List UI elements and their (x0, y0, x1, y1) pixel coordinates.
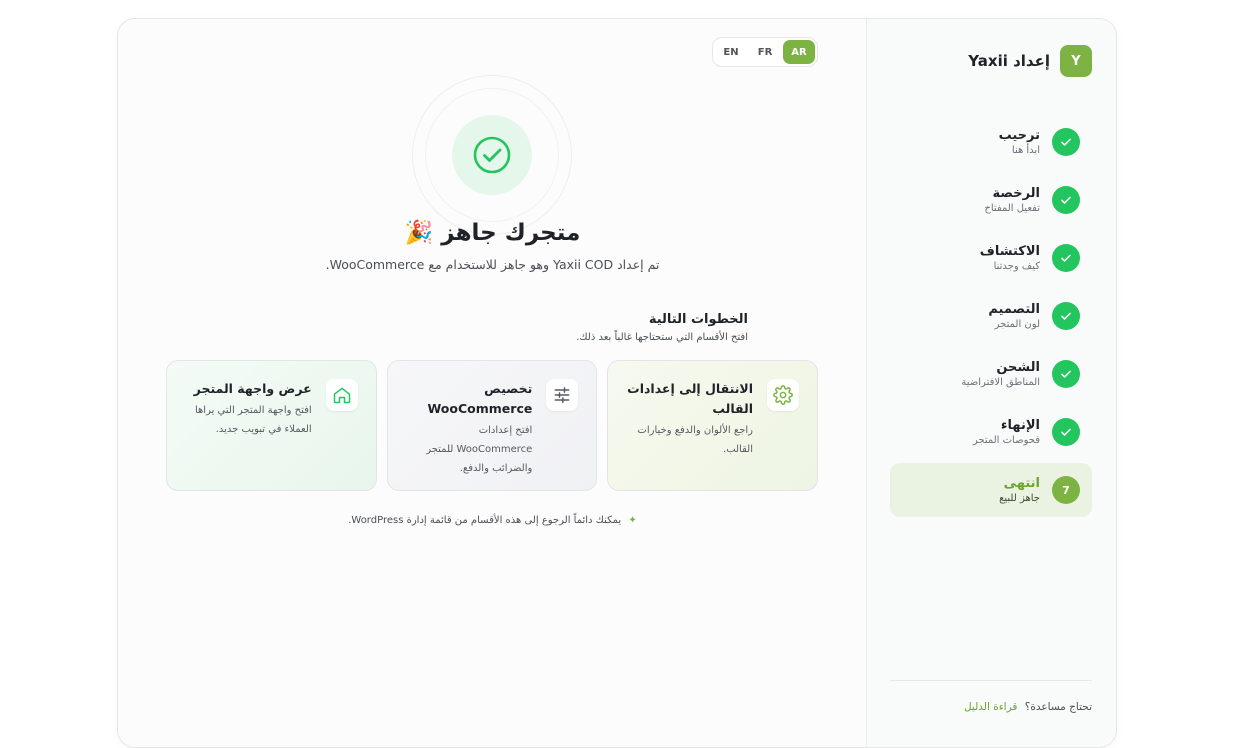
page-title: متجرك جاهز 🎉 (404, 220, 581, 246)
sliders-icon (546, 379, 579, 411)
step-shipping[interactable]: الشحن المناطق الافتراضية (890, 347, 1092, 401)
brand-title: إعداد Yaxii (968, 52, 1050, 70)
step-welcome[interactable]: ترحيب ابدأ هنا (890, 115, 1092, 169)
step-title: الاكتشاف (979, 243, 1040, 259)
step-title: ترحيب (998, 127, 1040, 143)
setup-window: Y إعداد Yaxii ترحيب ابدأ هنا الرخصة تفعي… (117, 18, 1117, 748)
step-discovery[interactable]: الاكتشاف كيف وجدتنا (890, 231, 1092, 285)
step-title: الرخصة (992, 185, 1041, 201)
lang-ar-button[interactable]: AR (783, 40, 815, 64)
check-icon (1052, 244, 1080, 272)
lang-fr-button[interactable]: FR (749, 40, 781, 64)
next-steps-title: الخطوات التالية (648, 312, 748, 327)
view-storefront-card[interactable]: عرض واجهة المتجر افتح واجهة المتجر التي … (165, 360, 377, 491)
footnote-text: يمكنك دائماً الرجوع إلى هذه الأقسام من ق… (348, 515, 622, 526)
steps-list: ترحيب ابدأ هنا الرخصة تفعيل المفتاح الاك… (890, 115, 1092, 521)
card-title: عرض واجهة المتجر (193, 381, 312, 396)
step-subtitle: المناطق الافتراضية (961, 376, 1040, 388)
logo-letter: Y (1071, 53, 1081, 69)
woocommerce-settings-card[interactable]: تخصيص WooCommerce افتح إعدادات WooCommer… (386, 360, 598, 491)
card-description: افتح إعدادات WooCommerce للمتجر والضرائب… (426, 425, 533, 474)
check-icon (1052, 186, 1080, 214)
home-icon (325, 379, 358, 411)
step-subtitle: فحوصات المتجر (972, 434, 1040, 446)
next-steps-subtitle: افتح الأقسام التي ستحتاجها غالباً بعد ذل… (576, 332, 748, 343)
step-subtitle: جاهز للبيع (999, 492, 1040, 504)
step-subtitle: ابدأ هنا (1011, 144, 1040, 156)
footnote: ✦ يمكنك دائماً الرجوع إلى هذه الأقسام من… (118, 515, 867, 526)
card-description: افتح واجهة المتجر التي يراها العملاء في … (194, 405, 312, 435)
card-description: راجع الألوان والدفع وخيارات القالب. (637, 425, 753, 455)
setup-sidebar: Y إعداد Yaxii ترحيب ابدأ هنا الرخصة تفعي… (866, 19, 1116, 747)
sparkle-icon: ✦ (628, 515, 637, 526)
page-subtitle: تم إعداد Yaxii COD وهو جاهز للاستخدام مع… (325, 257, 660, 272)
step-design[interactable]: التصميم لون المتجر (890, 289, 1092, 343)
check-icon (1052, 418, 1080, 446)
lang-en-button[interactable]: EN (715, 40, 747, 64)
step-subtitle: تفعيل المفتاح (984, 202, 1040, 214)
help-row: تحتاج مساعدة؟ قراءة الدليل (964, 701, 1092, 713)
check-icon (1052, 360, 1080, 388)
brand: Y إعداد Yaxii (968, 45, 1092, 77)
check-icon (1052, 128, 1080, 156)
step-subtitle: كيف وجدتنا (993, 260, 1040, 272)
help-question: تحتاج مساعدة؟ (1024, 701, 1092, 713)
next-steps-cards: الانتقال إلى إعدادات القالب راجع الألوان… (165, 360, 818, 491)
main-content: EN FR AR متجرك جاهز 🎉 تم إعداد Yaxii COD… (118, 19, 867, 747)
language-switcher: EN FR AR (712, 37, 818, 67)
step-license[interactable]: الرخصة تفعيل المفتاح (890, 173, 1092, 227)
step-title: الشحن (996, 359, 1040, 375)
step-title: التصميم (988, 301, 1040, 317)
theme-settings-card[interactable]: الانتقال إلى إعدادات القالب راجع الألوان… (607, 360, 818, 491)
success-check-icon (452, 115, 532, 195)
yaxii-logo-icon: Y (1060, 45, 1092, 77)
step-title: الإنهاء (1000, 417, 1040, 433)
gear-icon (767, 379, 799, 411)
card-title: الانتقال إلى إعدادات القالب (627, 381, 753, 416)
help-divider (890, 680, 1092, 681)
step-finishing[interactable]: الإنهاء فحوصات المتجر (890, 405, 1092, 459)
step-number-badge: 7 (1052, 476, 1080, 504)
step-done[interactable]: 7 انتهى جاهز للبيع (890, 463, 1092, 517)
step-title: انتهى (1003, 475, 1040, 491)
card-title: تخصيص WooCommerce (427, 381, 533, 416)
read-guide-link[interactable]: قراءة الدليل (964, 701, 1017, 713)
check-icon (1052, 302, 1080, 330)
step-subtitle: لون المتجر (994, 318, 1040, 330)
